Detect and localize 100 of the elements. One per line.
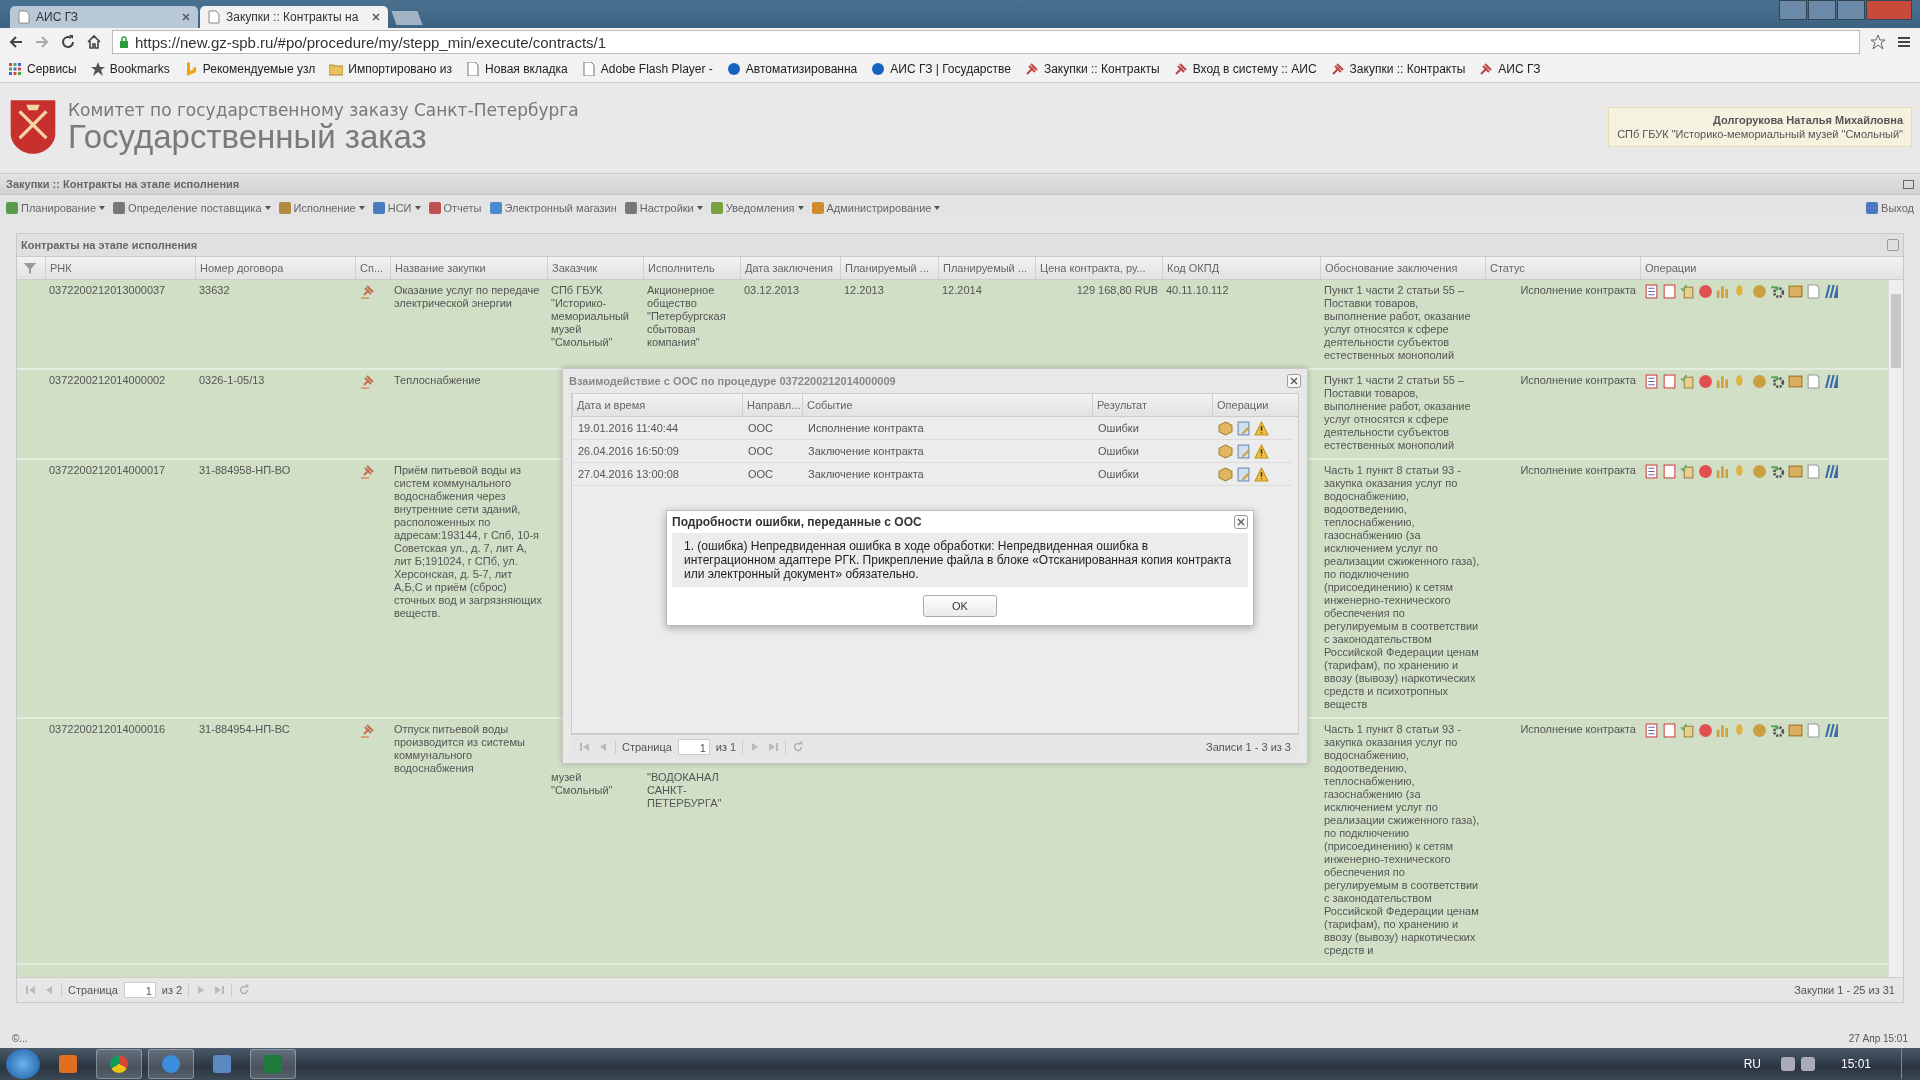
menu-item[interactable]: Электронный магазин <box>489 202 617 214</box>
column-header[interactable]: Операции <box>1640 257 1870 279</box>
column-header[interactable]: Номер договора <box>195 257 355 279</box>
column-header[interactable]: Название закупки <box>390 257 547 279</box>
ok-button[interactable]: OK <box>923 595 997 617</box>
page-icon[interactable] <box>1806 374 1821 389</box>
gear-icon[interactable] <box>1770 464 1785 479</box>
star-icon[interactable] <box>1870 34 1886 50</box>
close-icon[interactable] <box>182 13 190 21</box>
menu-icon[interactable] <box>1896 34 1912 50</box>
stop-icon[interactable] <box>1698 284 1713 299</box>
notebook-icon[interactable] <box>1644 284 1659 299</box>
maximize-button[interactable] <box>1837 0 1865 20</box>
minimize-button[interactable] <box>1808 0 1836 20</box>
box-icon[interactable] <box>1218 466 1233 482</box>
first-page-icon[interactable] <box>579 741 591 753</box>
page-field[interactable]: 1 <box>123 982 156 998</box>
page-icon[interactable] <box>1806 464 1821 479</box>
close-icon[interactable] <box>372 13 380 21</box>
user-button[interactable] <box>1779 0 1807 20</box>
column-header[interactable]: Сп... <box>355 257 390 279</box>
column-header[interactable]: Планируемый ... <box>840 257 938 279</box>
column-header[interactable]: Обоснование заключения <box>1320 257 1485 279</box>
bookmark-item[interactable]: АИС ГЗ | Государстве <box>871 62 1011 76</box>
column-header[interactable]: Заказчик <box>547 257 643 279</box>
bookmark-item[interactable]: Закупки :: Контракты <box>1024 62 1160 76</box>
menu-item[interactable]: Отчеты <box>428 202 482 214</box>
checklist-icon[interactable] <box>1680 374 1695 389</box>
column-header[interactable]: Код ОКПД <box>1162 257 1320 279</box>
column-header[interactable]: Цена контракта, ру... <box>1035 257 1162 279</box>
reload-icon[interactable] <box>60 34 76 50</box>
gear-icon[interactable] <box>1770 374 1785 389</box>
bookmark-item[interactable]: Закупки :: Контракты <box>1330 62 1466 76</box>
close-button[interactable] <box>1234 515 1248 529</box>
warning-icon[interactable] <box>1254 443 1269 459</box>
box-icon[interactable] <box>1218 420 1233 436</box>
collapse-icon[interactable] <box>1903 179 1914 189</box>
stop-icon[interactable] <box>1698 723 1713 738</box>
browser-tab[interactable]: АИС ГЗ <box>10 6 198 28</box>
checklist-icon[interactable] <box>1680 284 1695 299</box>
column-header[interactable]: Исполнитель <box>643 257 740 279</box>
bookmark-item[interactable]: Вход в систему :: АИС <box>1173 62 1317 76</box>
column-header[interactable]: Событие <box>802 394 1092 416</box>
page-field[interactable]: 1 <box>677 739 710 755</box>
scroll-icon[interactable] <box>1788 464 1803 479</box>
language-indicator[interactable]: RU <box>1743 1057 1761 1071</box>
chart-icon[interactable] <box>1716 723 1731 738</box>
bookmark-item[interactable]: Рекомендуемые узл <box>183 62 316 76</box>
bookmark-item[interactable]: Автоматизированна <box>726 62 858 76</box>
checklist-icon[interactable] <box>1680 723 1695 738</box>
logout-button[interactable]: Выход <box>1866 202 1914 214</box>
bookmark-item[interactable]: Bookmarks <box>90 62 170 76</box>
column-header[interactable]: Планируемый ... <box>938 257 1035 279</box>
chart-icon[interactable] <box>1716 464 1731 479</box>
home-icon[interactable] <box>86 34 102 50</box>
column-header[interactable]: Направл... <box>742 394 802 416</box>
column-header[interactable]: Дата заключения <box>740 257 840 279</box>
bookmark-item[interactable]: Adobe Flash Player - <box>581 62 713 76</box>
menu-item[interactable]: Администрирование <box>811 202 941 214</box>
browser-tab[interactable]: Закупки :: Контракты на <box>200 6 388 28</box>
warning-icon[interactable] <box>1254 466 1269 482</box>
bookmark-item[interactable]: Сервисы <box>8 62 77 76</box>
notebook-icon[interactable] <box>1644 723 1659 738</box>
page-icon[interactable] <box>1806 723 1821 738</box>
bookmark-item[interactable]: АИС ГЗ <box>1479 62 1541 76</box>
scroll-icon[interactable] <box>1788 723 1803 738</box>
column-header[interactable]: Дата и время <box>572 394 742 416</box>
folders-icon[interactable] <box>1824 374 1839 389</box>
column-header[interactable]: Результат <box>1092 394 1212 416</box>
bookmark-item[interactable]: Новая вкладка <box>466 62 568 76</box>
menu-item[interactable]: Настройки <box>624 202 703 214</box>
menu-item[interactable]: Определение поставщика <box>113 202 271 214</box>
stop-icon[interactable] <box>1698 464 1713 479</box>
first-page-icon[interactable] <box>25 984 37 996</box>
menu-item[interactable]: Планирование <box>6 202 106 214</box>
folders-icon[interactable] <box>1824 723 1839 738</box>
chart-icon[interactable] <box>1716 284 1731 299</box>
address-field[interactable]: https://new.gz-spb.ru/#po/procedure/my/stepp_min/execute/contracts/1 <box>112 30 1860 54</box>
chart-icon[interactable] <box>1716 374 1731 389</box>
page-icon[interactable] <box>1806 284 1821 299</box>
warning-icon[interactable] <box>1254 420 1269 436</box>
column-header[interactable]: Статус <box>1485 257 1640 279</box>
start-button[interactable] <box>6 1049 40 1079</box>
scrollbar[interactable] <box>1888 280 1903 977</box>
gear-icon[interactable] <box>1770 723 1785 738</box>
chrome-icon[interactable] <box>96 1049 142 1079</box>
filter-icon[interactable] <box>23 261 37 275</box>
notebook-icon[interactable] <box>1644 464 1659 479</box>
menu-item[interactable]: Исполнение <box>278 202 365 214</box>
folders-icon[interactable] <box>1824 284 1839 299</box>
bookmark-item[interactable]: Импортировано из <box>329 62 453 76</box>
column-header[interactable]: Операции <box>1212 394 1292 416</box>
close-button[interactable] <box>1287 374 1301 388</box>
scroll-icon[interactable] <box>1788 374 1803 389</box>
new-tab-button[interactable] <box>391 11 423 25</box>
last-page-icon[interactable] <box>767 741 780 753</box>
scroll-icon[interactable] <box>1788 284 1803 299</box>
clock[interactable]: 15:01 <box>1840 1057 1871 1071</box>
last-page-icon[interactable] <box>213 984 226 996</box>
checklist-icon[interactable] <box>1680 464 1695 479</box>
